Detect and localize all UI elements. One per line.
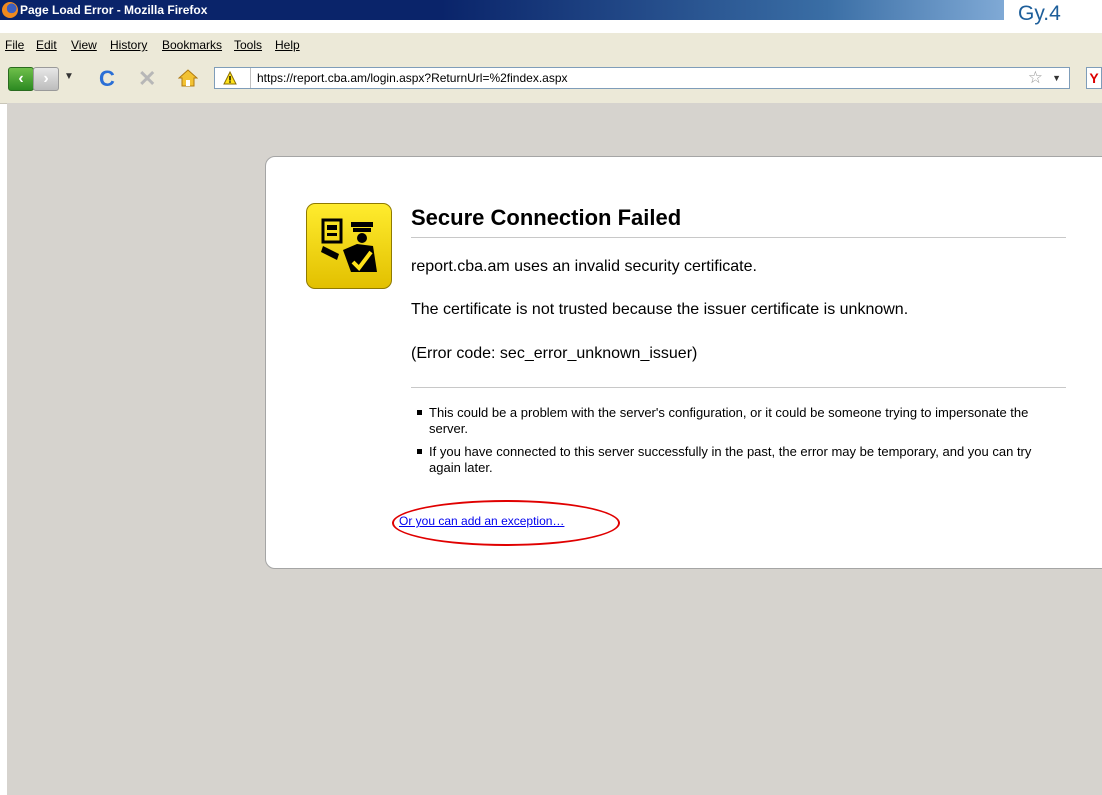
- error-page-container: Secure Connection Failed report.cba.am u…: [265, 156, 1102, 569]
- title-bar: Page Load Error - Mozilla Firefox: [0, 0, 1102, 20]
- list-item-text: If you have connected to this server suc…: [429, 444, 1032, 475]
- menu-help[interactable]: Help: [275, 38, 300, 52]
- figure-label: Gy.4: [1004, 0, 1102, 32]
- error-code-text: (Error code: sec_error_unknown_issuer): [411, 345, 698, 362]
- firefox-icon: [2, 2, 18, 18]
- reload-icon[interactable]: C: [99, 66, 115, 92]
- annotation-ellipse: [392, 500, 620, 546]
- back-arrow-icon: ‹: [18, 70, 24, 87]
- list-item: This could be a problem with the server'…: [411, 405, 1051, 437]
- warning-triangle-icon: [223, 71, 237, 85]
- forward-arrow-icon: ›: [43, 70, 49, 87]
- officer-passport-graphic: [321, 218, 377, 272]
- navigation-toolbar: ‹ › ▼ C ✕ https://report.cba.am/login.as…: [0, 57, 1102, 104]
- error-detail-text: The certificate is not trusted because t…: [411, 301, 909, 318]
- home-icon[interactable]: [178, 68, 198, 88]
- search-engine-button[interactable]: Y: [1086, 67, 1102, 89]
- menu-view[interactable]: View: [71, 38, 97, 52]
- back-button[interactable]: ‹: [8, 67, 34, 91]
- error-short-description: report.cba.am uses an invalid security c…: [411, 258, 757, 275]
- url-bar[interactable]: https://report.cba.am/login.aspx?ReturnU…: [214, 67, 1070, 89]
- menu-bar: File Edit View History Bookmarks Tools H…: [0, 33, 1102, 57]
- bullet-icon: [417, 449, 422, 454]
- menu-bookmarks[interactable]: Bookmarks: [162, 38, 222, 52]
- stop-icon[interactable]: ✕: [138, 66, 156, 92]
- history-dropdown-icon[interactable]: ▼: [64, 71, 74, 82]
- menu-history[interactable]: History: [110, 38, 147, 52]
- menu-file[interactable]: File: [5, 38, 24, 52]
- title-divider: [411, 237, 1066, 238]
- forward-button[interactable]: ›: [33, 67, 59, 91]
- officer-passport-icon: [306, 203, 392, 289]
- url-dropdown-icon[interactable]: ▼: [1052, 73, 1061, 83]
- menu-edit[interactable]: Edit: [36, 38, 57, 52]
- window-title: Page Load Error - Mozilla Firefox: [20, 3, 208, 17]
- error-title: Secure Connection Failed: [411, 205, 682, 230]
- list-item: If you have connected to this server suc…: [411, 444, 1051, 476]
- url-text[interactable]: https://report.cba.am/login.aspx?ReturnU…: [257, 71, 568, 85]
- section-divider: [411, 387, 1066, 388]
- page-content: Secure Connection Failed report.cba.am u…: [7, 103, 1102, 795]
- bullet-icon: [417, 410, 422, 415]
- url-separator: [250, 68, 251, 88]
- menu-tools[interactable]: Tools: [234, 38, 262, 52]
- list-item-text: This could be a problem with the server'…: [429, 405, 1029, 436]
- advice-list: This could be a problem with the server'…: [411, 405, 1051, 483]
- star-icon[interactable]: ☆: [1028, 68, 1043, 88]
